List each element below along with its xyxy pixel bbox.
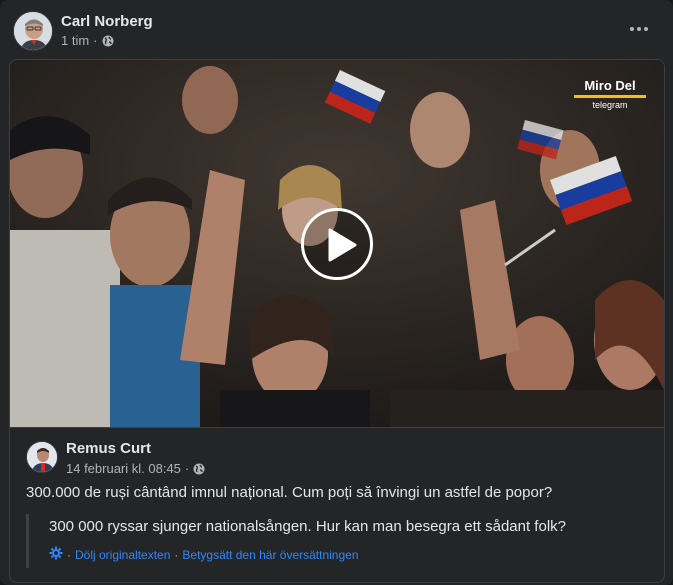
video-watermark: Miro Del telegram (574, 78, 646, 110)
link-separator: · (67, 547, 71, 562)
shared-post-meta: 14 februari kl. 08:45 · (66, 461, 205, 476)
post-meta: 1 tim · (61, 33, 114, 48)
shared-author-avatar[interactable] (26, 441, 58, 473)
author-name[interactable]: Carl Norberg (61, 13, 153, 30)
more-horizontal-icon (630, 27, 634, 31)
watermark-sub: telegram (592, 100, 628, 110)
author-avatar[interactable] (13, 11, 53, 51)
link-separator: · (174, 547, 179, 562)
more-options-button[interactable] (625, 17, 653, 41)
translate-gear-icon[interactable] (49, 546, 63, 563)
more-dot (637, 27, 641, 31)
watermark-underline (574, 95, 646, 98)
globe-icon (102, 35, 114, 47)
meta-separator: · (93, 33, 98, 48)
meta-separator: · (184, 461, 190, 476)
translation-block: 300 000 ryssar sjunger nationalsången. H… (26, 514, 646, 568)
shared-post-time[interactable]: 14 februari kl. 08:45 (66, 461, 181, 476)
rate-translation-link[interactable]: Betygsätt den här översättningen (182, 548, 358, 562)
post-header: Carl Norberg 1 tim · (13, 11, 661, 51)
watermark-main: Miro Del (584, 78, 636, 93)
more-dot (644, 27, 648, 31)
hide-original-link[interactable]: Dölj originaltexten (75, 548, 170, 562)
shared-post-text: 300.000 de ruși cântând imnul național. … (26, 484, 553, 501)
globe-icon (193, 463, 205, 475)
play-button[interactable] (301, 208, 373, 280)
video-thumbnail[interactable]: Miro Del telegram (10, 60, 664, 427)
feed-post: Carl Norberg 1 tim · Miro Del telegram R… (0, 0, 673, 585)
translation-links: · Dölj originaltexten · Betygsätt den hä… (49, 546, 359, 563)
play-icon (328, 228, 357, 262)
translation-text: 300 000 ryssar sjunger nationalsången. H… (49, 518, 566, 535)
shared-author-name[interactable]: Remus Curt (66, 440, 151, 457)
shared-post-card[interactable]: Miro Del telegram Remus Curt 14 februari… (9, 59, 665, 583)
shared-post-body: Remus Curt 14 februari kl. 08:45 · 300.0… (10, 427, 664, 582)
post-time[interactable]: 1 tim (61, 33, 89, 48)
